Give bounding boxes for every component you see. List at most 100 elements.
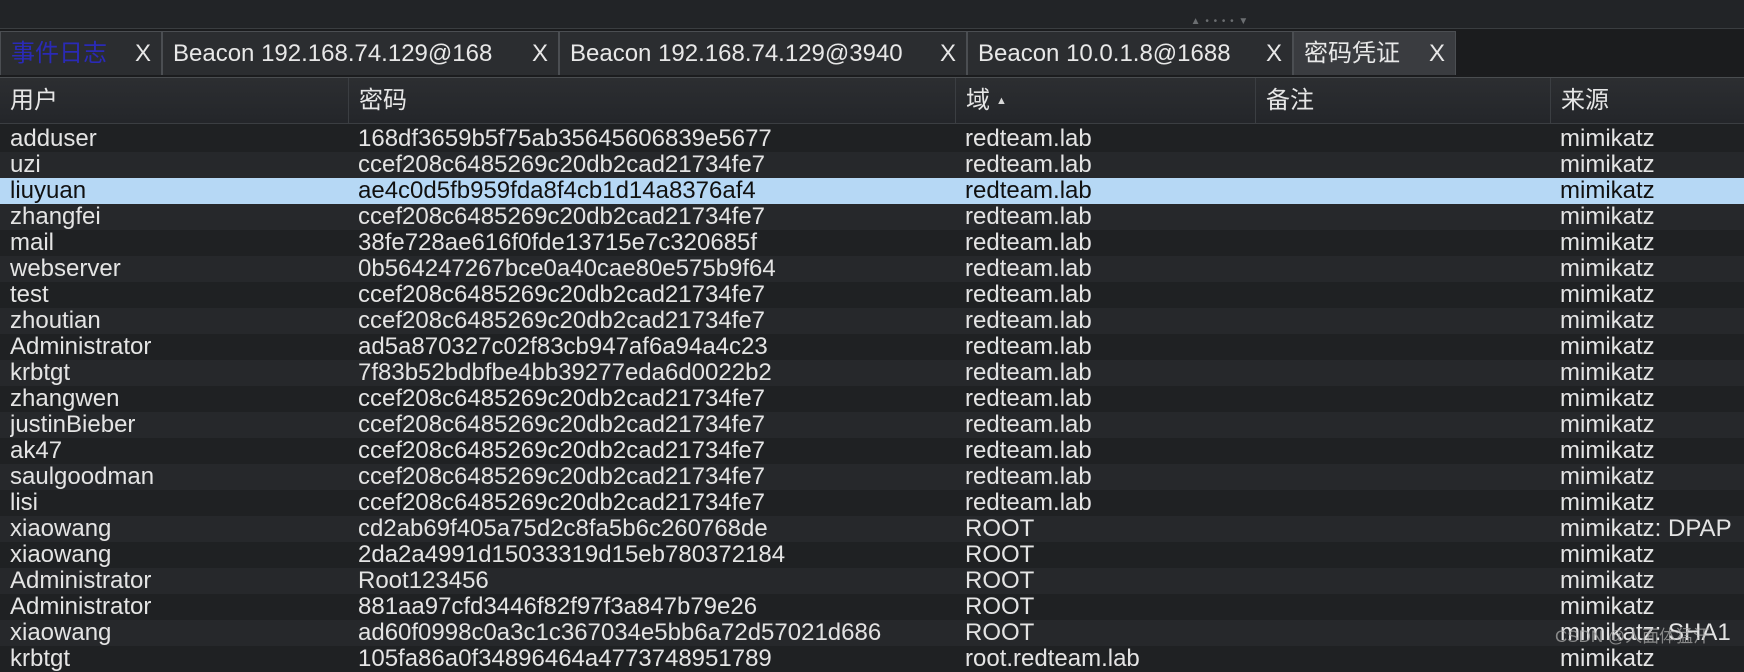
cell-source: mimikatz	[1560, 412, 1655, 438]
watermark: CSDN @人面体猛汗	[1555, 627, 1711, 646]
cell-realm: redteam.lab	[965, 490, 1092, 516]
table-row[interactable]: krbtgt 105fa86a0f34896464a4773748951789 ro…	[0, 646, 1744, 672]
tab-event-log[interactable]: 事件日志 X	[0, 31, 162, 75]
cell-source: mimikatz	[1560, 308, 1655, 334]
tab-label: Beacon 192.168.74.129@3940	[570, 40, 903, 67]
column-header-label: 密码	[359, 87, 407, 114]
cell-source: mimikatz	[1560, 438, 1655, 464]
cell-user: adduser	[10, 126, 97, 152]
cell-source: mimikatz	[1560, 568, 1655, 594]
cell-password: ccef208c6485269c20db2cad21734fe7	[358, 464, 766, 490]
cell-source: mimikatz	[1560, 594, 1655, 620]
cell-user: Administrator	[10, 594, 152, 620]
table-row[interactable]: webserver 0b564247267bce0a40cae80e575b9f6…	[0, 256, 1744, 282]
cell-user: justinBieber	[10, 412, 136, 438]
cell-password: ad60f0998c0a3c1c367034e5bb6a72d57021d686	[358, 620, 882, 646]
cell-password: 881aa97cfd3446f82f97f3a847b79e26	[358, 594, 758, 620]
tab-credentials[interactable]: 密码凭证 X	[1293, 31, 1456, 75]
table-row[interactable]: justinBieber ccef208c6485269c20db2cad2173…	[0, 412, 1744, 438]
tab-close-button[interactable]: X	[532, 32, 548, 76]
table-row[interactable]: zhangwen ccef208c6485269c20db2cad21734fe7…	[0, 386, 1744, 412]
tab-beacon-1[interactable]: Beacon 192.168.74.129@168 X	[162, 31, 559, 75]
tab-close-button[interactable]: X	[1266, 32, 1282, 76]
table-row[interactable]: adduser 168df3659b5f75ab35645606839e5677 r…	[0, 126, 1744, 152]
cell-user: liuyuan	[10, 178, 87, 204]
table-row[interactable]: krbtgt 7f83b52bdbfbe4bb39277eda6d0022b2 re…	[0, 360, 1744, 386]
cell-realm: ROOT	[965, 620, 1035, 646]
cell-realm: redteam.lab	[965, 152, 1092, 178]
table-row[interactable]: Administrator 881aa97cfd3446f82f97f3a847b…	[0, 594, 1744, 620]
cell-source: mimikatz	[1560, 490, 1655, 516]
cell-user: lisi	[10, 490, 38, 516]
cell-password: ccef208c6485269c20db2cad21734fe7	[358, 386, 766, 412]
cell-realm: redteam.lab	[965, 178, 1092, 204]
cell-realm: redteam.lab	[965, 308, 1092, 334]
cell-password: ae4c0d5fb959fda8f4cb1d14a8376af4	[358, 178, 756, 204]
sort-ascending-icon: ▲	[996, 95, 1007, 108]
table-row[interactable]: zhoutian ccef208c6485269c20db2cad21734fe7…	[0, 308, 1744, 334]
table-body: adduser 168df3659b5f75ab35645606839e5677 r…	[0, 126, 1744, 672]
tab-close-button[interactable]: X	[135, 32, 151, 76]
cell-source: mimikatz: DPAP	[1560, 516, 1732, 542]
cell-source: mimikatz	[1560, 542, 1655, 568]
tab-beacon-2[interactable]: Beacon 192.168.74.129@3940 X	[559, 31, 967, 75]
table-row[interactable]: xiaowang cd2ab69f405a75d2c8fa5b6c260768de…	[0, 516, 1744, 542]
table-row[interactable]: xiaowang 2da2a4991d15033319d15eb780372184…	[0, 542, 1744, 568]
column-header-label: 备注	[1266, 87, 1314, 114]
cell-realm: redteam.lab	[965, 230, 1092, 256]
cell-source: mimikatz	[1560, 464, 1655, 490]
cell-password: ccef208c6485269c20db2cad21734fe7	[358, 282, 766, 308]
cell-realm: redteam.lab	[965, 360, 1092, 386]
cell-password: 7f83b52bdbfbe4bb39277eda6d0022b2	[358, 360, 772, 386]
table-row[interactable]: uzi ccef208c6485269c20db2cad21734fe7 redte…	[0, 152, 1744, 178]
cell-realm: redteam.lab	[965, 412, 1092, 438]
table-row[interactable]: test ccef208c6485269c20db2cad21734fe7 redt…	[0, 282, 1744, 308]
tab-beacon-3[interactable]: Beacon 10.0.1.8@1688 X	[967, 31, 1293, 75]
cell-user: webserver	[10, 256, 121, 282]
table-row[interactable]: lisi ccef208c6485269c20db2cad21734fe7 redt…	[0, 490, 1744, 516]
cell-password: ccef208c6485269c20db2cad21734fe7	[358, 490, 766, 516]
cell-password: 2da2a4991d15033319d15eb780372184	[358, 542, 786, 568]
column-header-realm[interactable]: 域 ▲	[955, 78, 1255, 123]
table-row[interactable]: ak47 ccef208c6485269c20db2cad21734fe7 redt…	[0, 438, 1744, 464]
cell-source: mimikatz	[1560, 126, 1655, 152]
tab-close-button[interactable]: X	[1429, 32, 1445, 76]
cell-source: mimikatz	[1560, 282, 1655, 308]
column-header-user[interactable]: 用户	[0, 78, 348, 123]
cell-password: 0b564247267bce0a40cae80e575b9f64	[358, 256, 776, 282]
cell-realm: ROOT	[965, 594, 1035, 620]
cell-source: mimikatz	[1560, 204, 1655, 230]
cell-password: ccef208c6485269c20db2cad21734fe7	[358, 152, 766, 178]
table-row[interactable]: xiaowang ad60f0998c0a3c1c367034e5bb6a72d5…	[0, 620, 1744, 646]
cell-realm: redteam.lab	[965, 386, 1092, 412]
table-row[interactable]: mail 38fe728ae616f0fde13715e7c320685f redt…	[0, 230, 1744, 256]
split-pane-handle[interactable]: ▲ • • • • ▼	[1190, 17, 1250, 27]
column-header-note[interactable]: 备注	[1255, 78, 1550, 123]
cell-user: mail	[10, 230, 55, 256]
cell-realm: ROOT	[965, 542, 1035, 568]
table-row[interactable]: Administrator Root123456 ROOT mimikatz	[0, 568, 1744, 594]
table-row[interactable]: liuyuan ae4c0d5fb959fda8f4cb1d14a8376af4 r…	[0, 178, 1744, 204]
tab-label: Beacon 192.168.74.129@168	[173, 40, 493, 67]
tab-bar: 事件日志 X Beacon 192.168.74.129@168 X Beaco…	[0, 29, 1744, 78]
cell-password: 38fe728ae616f0fde13715e7c320685f	[358, 230, 758, 256]
column-header-source[interactable]: 来源	[1550, 78, 1744, 123]
cell-source: mimikatz	[1560, 178, 1655, 204]
table-row[interactable]: saulgoodman ccef208c6485269c20db2cad21734…	[0, 464, 1744, 490]
cell-source: mimikatz	[1560, 334, 1655, 360]
cell-password: cd2ab69f405a75d2c8fa5b6c260768de	[358, 516, 768, 542]
cell-realm: redteam.lab	[965, 464, 1092, 490]
cell-realm: redteam.lab	[965, 282, 1092, 308]
cell-realm: redteam.lab	[965, 438, 1092, 464]
cell-user: uzi	[10, 152, 41, 178]
cell-realm: ROOT	[965, 516, 1035, 542]
table-row[interactable]: zhangfei ccef208c6485269c20db2cad21734fe7…	[0, 204, 1744, 230]
tab-close-button[interactable]: X	[940, 32, 956, 76]
cell-user: saulgoodman	[10, 464, 155, 490]
cell-realm: redteam.lab	[965, 334, 1092, 360]
cell-password: ccef208c6485269c20db2cad21734fe7	[358, 412, 766, 438]
column-header-password[interactable]: 密码	[348, 78, 955, 123]
table-row[interactable]: Administrator ad5a870327c02f83cb947af6a94…	[0, 334, 1744, 360]
cell-password: ad5a870327c02f83cb947af6a94a4c23	[358, 334, 768, 360]
cell-source: mimikatz	[1560, 360, 1655, 386]
